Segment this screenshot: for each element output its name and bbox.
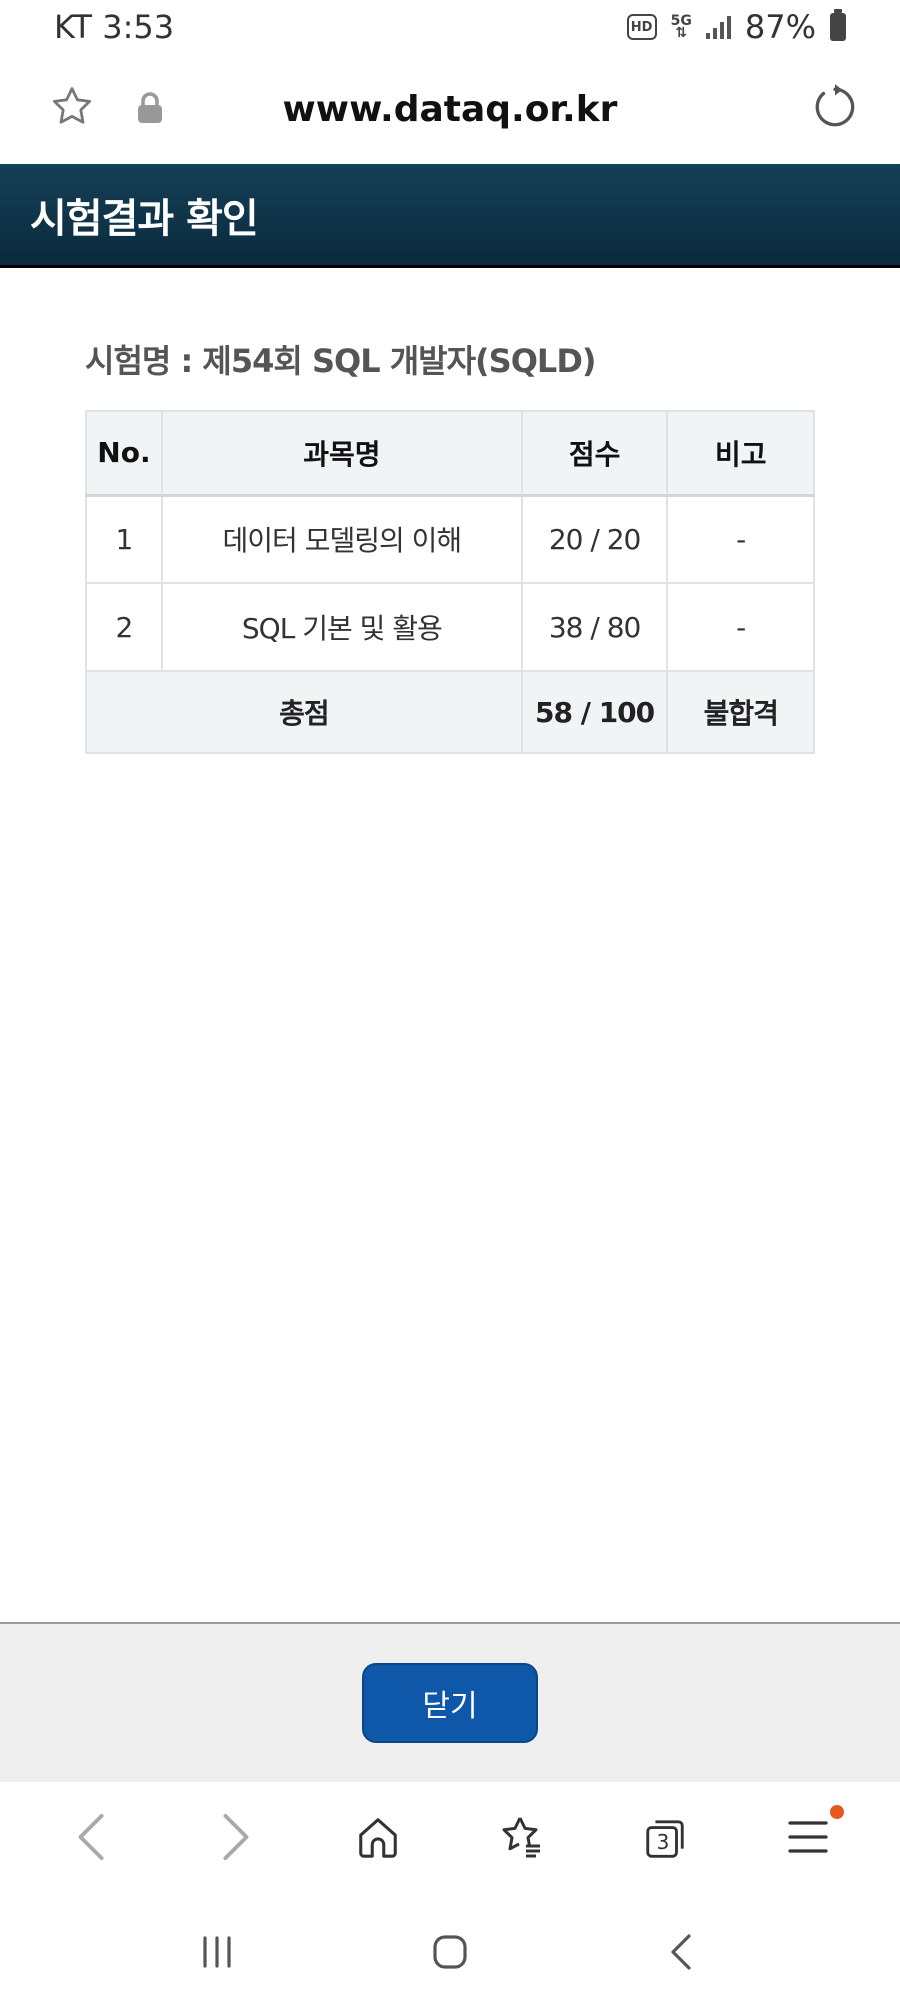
bookmarks-icon bbox=[498, 1813, 546, 1865]
header-no: No. bbox=[85, 410, 163, 497]
forward-arrow-icon bbox=[215, 1812, 255, 1866]
header-remark: 비고 bbox=[666, 410, 815, 497]
home-icon bbox=[355, 1814, 401, 1864]
browser-toolbar: 3 bbox=[0, 1784, 900, 1894]
row-no: 1 bbox=[85, 494, 163, 584]
close-footer: 닫기 bbox=[0, 1622, 900, 1782]
back-nav-button[interactable] bbox=[643, 1914, 723, 1994]
header-score: 점수 bbox=[520, 410, 669, 497]
data-arrows-icon: ⇅ bbox=[675, 25, 688, 41]
battery-percent: 87% bbox=[744, 8, 816, 46]
pass-fail-result: 불합격 bbox=[666, 670, 815, 754]
table-row: 2 SQL 기본 및 활용 38 / 80 - bbox=[85, 582, 815, 672]
page-title: 시험결과 확인 bbox=[30, 195, 259, 242]
header-subject: 과목명 bbox=[160, 410, 523, 497]
row-remark: - bbox=[666, 582, 815, 672]
row-score: 20 / 20 bbox=[520, 494, 669, 584]
table-header-row: No. 과목명 점수 비고 bbox=[85, 410, 815, 497]
battery-icon bbox=[830, 9, 846, 41]
row-subject: 데이터 모델링의 이해 bbox=[160, 494, 523, 584]
status-bar: KT 3:53 HD 5G ⇅ 87% bbox=[0, 0, 900, 54]
row-score: 38 / 80 bbox=[520, 582, 669, 672]
notification-dot bbox=[830, 1805, 845, 1819]
browser-url-bar: www.dataq.or.kr bbox=[0, 54, 900, 164]
hd-voice-icon: HD bbox=[626, 14, 657, 40]
home-nav-icon bbox=[430, 1932, 470, 1976]
home-button[interactable] bbox=[338, 1799, 418, 1879]
row-subject: SQL 기본 및 활용 bbox=[160, 582, 523, 672]
results-table: No. 과목명 점수 비고 1 데이터 모델링의 이해 20 / 20 - 2 … bbox=[85, 410, 815, 754]
total-label: 총점 bbox=[85, 670, 523, 754]
back-button[interactable] bbox=[52, 1799, 132, 1879]
refresh-icon[interactable] bbox=[810, 82, 860, 136]
menu-button[interactable] bbox=[768, 1799, 848, 1879]
back-arrow-icon bbox=[72, 1812, 112, 1866]
total-row: 총점 58 / 100 불합격 bbox=[85, 670, 815, 754]
status-icons: HD 5G ⇅ 87% bbox=[626, 8, 846, 46]
row-remark: - bbox=[666, 494, 815, 584]
home-nav-button[interactable] bbox=[410, 1914, 490, 1994]
table-row: 1 데이터 모델링의 이해 20 / 20 - bbox=[85, 494, 815, 584]
url-text[interactable]: www.dataq.or.kr bbox=[283, 89, 618, 130]
5g-network-icon: 5G ⇅ bbox=[671, 14, 692, 41]
menu-icon bbox=[786, 1817, 830, 1861]
carrier-time: KT 3:53 bbox=[54, 8, 175, 46]
system-nav-bar bbox=[0, 1900, 900, 2007]
close-button[interactable]: 닫기 bbox=[362, 1663, 538, 1743]
recent-apps-button[interactable] bbox=[177, 1914, 257, 1994]
lock-icon[interactable] bbox=[136, 91, 164, 127]
signal-strength-icon bbox=[705, 15, 731, 39]
exam-title: 시험명 : 제54회 SQL 개발자(SQLD) bbox=[85, 342, 597, 380]
forward-button[interactable] bbox=[195, 1799, 275, 1879]
tabs-button[interactable]: 3 bbox=[625, 1799, 705, 1879]
url-left-group bbox=[48, 83, 164, 135]
total-score: 58 / 100 bbox=[520, 670, 669, 754]
recent-apps-icon bbox=[197, 1932, 237, 1976]
row-no: 2 bbox=[85, 582, 163, 672]
bookmarks-button[interactable] bbox=[482, 1799, 562, 1879]
tab-count: 3 bbox=[656, 1830, 670, 1854]
star-outline-icon[interactable] bbox=[48, 83, 96, 135]
back-nav-icon bbox=[663, 1932, 703, 1976]
page-header: 시험결과 확인 bbox=[0, 164, 900, 268]
tabs-icon: 3 bbox=[642, 1816, 688, 1862]
